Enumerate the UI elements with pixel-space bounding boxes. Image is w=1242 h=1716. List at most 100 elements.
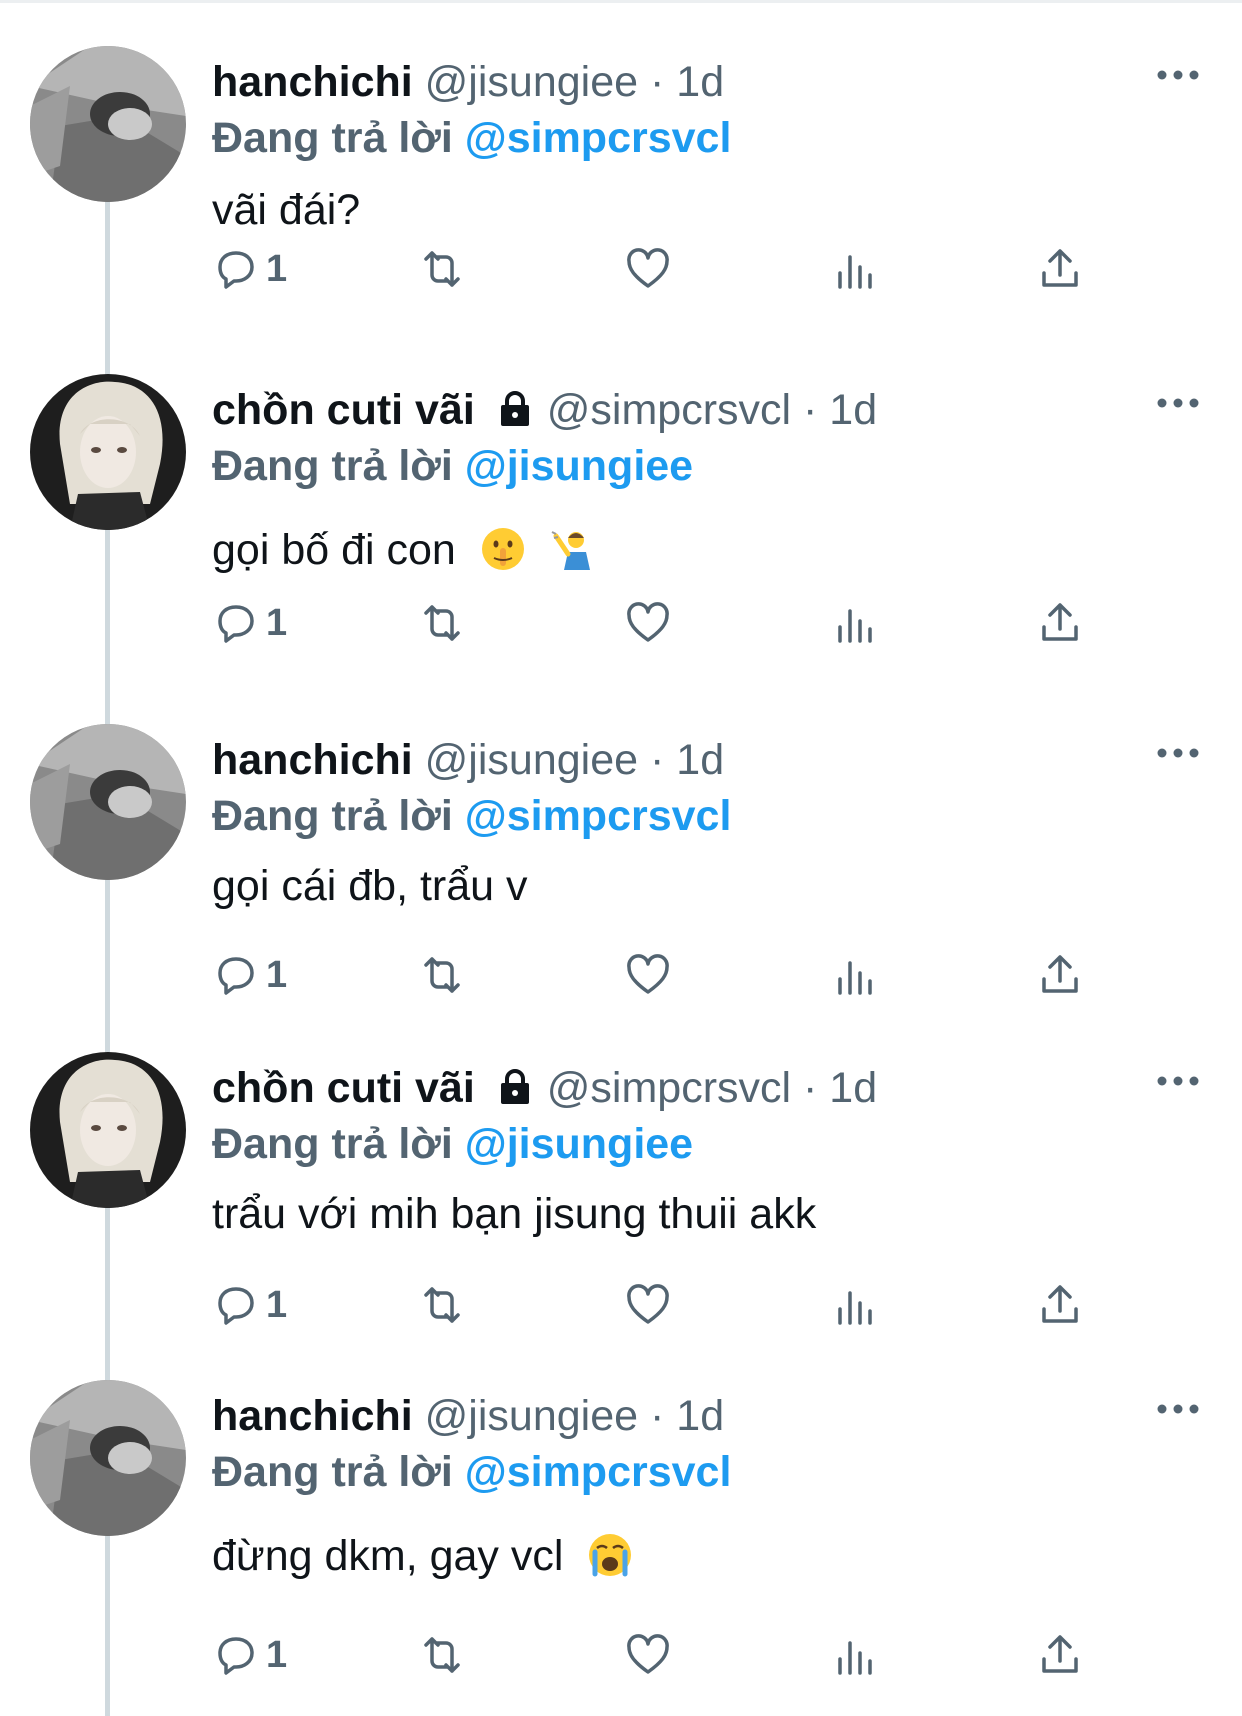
tweet-text-content: đừng dkm, gay vcl: [212, 1532, 564, 1580]
replying-to-link[interactable]: @jisungiee: [465, 1120, 693, 1168]
replying-to-link[interactable]: @simpcrsvcl: [465, 792, 732, 840]
reply-icon: [218, 251, 254, 289]
replying-to-link[interactable]: @simpcrsvcl: [465, 1448, 732, 1496]
like-button[interactable]: [624, 950, 672, 1000]
replying-prefix: Đang trả lời: [212, 1448, 453, 1496]
tweet[interactable]: chồn cuti vãi @simpcrsvcl · 1d Đang trả …: [0, 1052, 1242, 1382]
tweet-text: đừng dkm, gay vcl: [212, 1530, 633, 1582]
views-button[interactable]: [830, 244, 878, 294]
more-icon[interactable]: [1156, 746, 1200, 760]
reply-count: 1: [266, 1283, 288, 1326]
separator-dot: ·: [803, 386, 818, 434]
tweet[interactable]: hanchichi @jisungiee · 1d Đang trả lời @…: [0, 724, 1242, 1054]
replying-to: Đang trả lời @jisungiee: [212, 440, 693, 492]
reply-button[interactable]: 1: [212, 1630, 287, 1680]
reply-button[interactable]: 1: [212, 950, 287, 1000]
analytics-icon: [838, 609, 872, 643]
analytics-icon: [838, 961, 872, 995]
avatar[interactable]: [30, 46, 186, 202]
analytics-icon: [838, 255, 872, 289]
reply-icon: [218, 1287, 254, 1325]
handle[interactable]: @simpcrsvcl: [547, 1064, 791, 1112]
retweet-icon: [424, 1637, 460, 1673]
retweet-button[interactable]: [418, 1630, 466, 1680]
handle[interactable]: @jisungiee: [425, 58, 638, 106]
tweet-text-content: gọi cái đb, trẩu v: [212, 862, 528, 910]
more-icon[interactable]: [1156, 396, 1200, 410]
replying-to-link[interactable]: @jisungiee: [465, 442, 693, 490]
tweet-header: hanchichi @jisungiee · 1d: [212, 56, 724, 108]
reply-button[interactable]: 1: [212, 1280, 287, 1330]
like-button[interactable]: [624, 1630, 672, 1680]
lock-icon: [500, 391, 529, 426]
avatar[interactable]: [30, 1052, 186, 1208]
more-icon[interactable]: [1156, 1402, 1200, 1416]
views-button[interactable]: [830, 950, 878, 1000]
reply-button[interactable]: 1: [212, 598, 287, 648]
heart-icon: [627, 1284, 669, 1324]
tweet-text: trẩu với mih bạn jisung thuii akk: [212, 1188, 816, 1240]
retweet-button[interactable]: [418, 244, 466, 294]
like-button[interactable]: [624, 244, 672, 294]
heart-icon: [627, 248, 669, 288]
share-icon: [1042, 603, 1078, 641]
tweet[interactable]: chồn cuti vãi @simpcrsvcl · 1d Đang trả …: [0, 374, 1242, 704]
loudly-crying-face-emoji: [589, 1534, 632, 1577]
avatar[interactable]: [30, 1380, 186, 1536]
display-name[interactable]: hanchichi: [212, 1392, 413, 1440]
more-icon[interactable]: [1156, 68, 1200, 82]
timestamp[interactable]: 1d: [829, 386, 877, 434]
timestamp[interactable]: 1d: [676, 1392, 724, 1440]
views-button[interactable]: [830, 1280, 878, 1330]
tweet-header: hanchichi @jisungiee · 1d: [212, 734, 724, 786]
display-name[interactable]: chồn cuti vãi: [212, 386, 475, 434]
timestamp[interactable]: 1d: [676, 736, 724, 784]
handle[interactable]: @jisungiee: [425, 1392, 638, 1440]
display-name[interactable]: hanchichi: [212, 736, 413, 784]
share-button[interactable]: [1036, 1280, 1084, 1330]
share-icon: [1042, 1285, 1078, 1323]
tweet[interactable]: hanchichi @jisungiee · 1d Đang trả lời @…: [0, 46, 1242, 376]
handle[interactable]: @simpcrsvcl: [547, 386, 791, 434]
retweet-icon: [424, 1287, 460, 1323]
avatar[interactable]: [30, 374, 186, 530]
retweet-button[interactable]: [418, 950, 466, 1000]
replying-to: Đang trả lời @simpcrsvcl: [212, 112, 731, 164]
timestamp[interactable]: 1d: [829, 1064, 877, 1112]
replying-prefix: Đang trả lời: [212, 114, 453, 162]
share-button[interactable]: [1036, 598, 1084, 648]
tweet-text: gọi cái đb, trẩu v: [212, 860, 528, 912]
avatar[interactable]: [30, 724, 186, 880]
display-name[interactable]: hanchichi: [212, 58, 413, 106]
display-name[interactable]: chồn cuti vãi: [212, 1064, 475, 1112]
timestamp[interactable]: 1d: [676, 58, 724, 106]
tweet-header: chồn cuti vãi @simpcrsvcl · 1d: [212, 384, 877, 436]
views-button[interactable]: [830, 1630, 878, 1680]
share-button[interactable]: [1036, 950, 1084, 1000]
retweet-button[interactable]: [418, 1280, 466, 1330]
reply-count: 1: [266, 1633, 288, 1676]
retweet-button[interactable]: [418, 598, 466, 648]
analytics-icon: [838, 1641, 872, 1675]
action-bar: 1: [0, 950, 1242, 1000]
like-button[interactable]: [624, 1280, 672, 1330]
replying-to: Đang trả lời @simpcrsvcl: [212, 1446, 731, 1498]
handle[interactable]: @jisungiee: [425, 736, 638, 784]
top-divider: [0, 0, 1242, 3]
share-button[interactable]: [1036, 1630, 1084, 1680]
tweet[interactable]: hanchichi @jisungiee · 1d Đang trả lời @…: [0, 1380, 1242, 1716]
action-bar: 1: [0, 598, 1242, 648]
like-button[interactable]: [624, 598, 672, 648]
share-button[interactable]: [1036, 244, 1084, 294]
reply-button[interactable]: 1: [212, 244, 287, 294]
views-button[interactable]: [830, 598, 878, 648]
separator-dot: ·: [650, 58, 665, 106]
share-icon: [1042, 1635, 1078, 1673]
more-icon[interactable]: [1156, 1074, 1200, 1088]
replying-to-link[interactable]: @simpcrsvcl: [465, 114, 732, 162]
avatar-photo-simpcrsvcl: [30, 1052, 186, 1208]
avatar-photo-simpcrsvcl: [30, 374, 186, 530]
avatar-photo-hanchichi: [30, 46, 186, 202]
avatar-photo-hanchichi: [30, 724, 186, 880]
reply-icon: [218, 1637, 254, 1675]
